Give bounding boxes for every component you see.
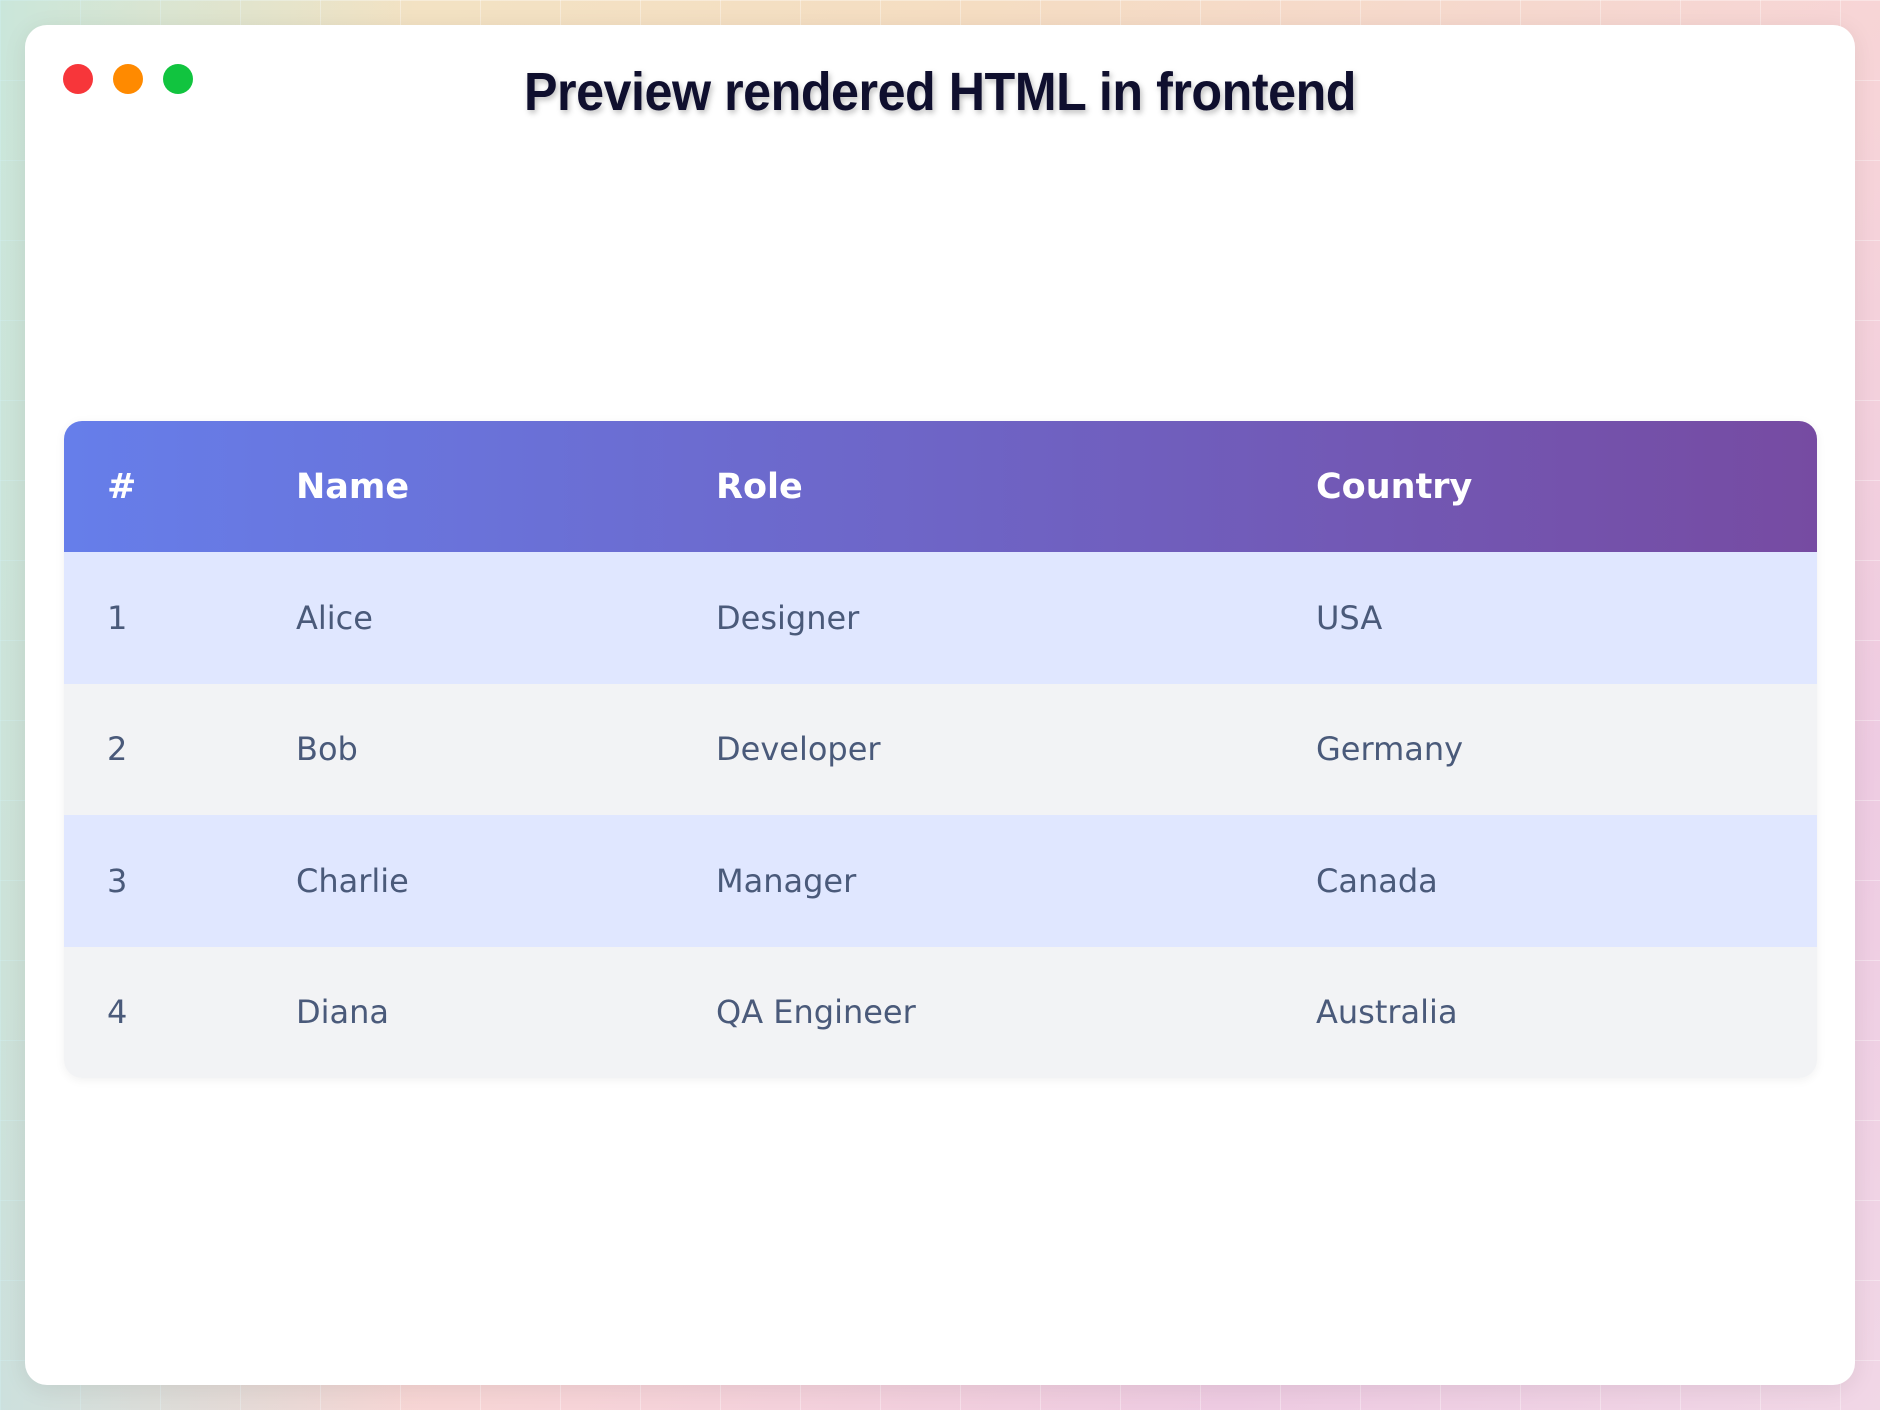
column-header-number: # (107, 466, 137, 507)
app-window: Preview rendered HTML in frontend # Name… (25, 25, 1855, 1385)
cell-number: 1 (107, 598, 128, 637)
cell-country: USA (1316, 598, 1383, 637)
cell-name: Bob (296, 730, 358, 769)
table-header: # Name Role Country (64, 421, 1817, 552)
table-row: 4 Diana QA Engineer Australia (64, 946, 1817, 1078)
column-header-name: Name (296, 466, 410, 507)
page-title: Preview rendered HTML in frontend (523, 62, 1357, 122)
table-row: 3 Charlie Manager Canada (64, 815, 1817, 947)
cell-number: 3 (107, 861, 128, 900)
cell-name: Diana (296, 993, 390, 1032)
cell-role: Developer (716, 730, 881, 769)
cell-name: Alice (296, 598, 373, 637)
column-header-role: Role (716, 466, 803, 507)
cell-country: Canada (1316, 861, 1438, 900)
cell-role: Manager (716, 861, 857, 900)
cell-role: QA Engineer (716, 993, 916, 1032)
table-row: 1 Alice Designer USA (64, 552, 1817, 684)
table-row: 2 Bob Developer Germany (64, 683, 1817, 815)
cell-name: Charlie (296, 861, 409, 900)
cell-country: Australia (1316, 993, 1458, 1032)
cell-country: Germany (1316, 730, 1464, 769)
cell-role: Designer (716, 598, 860, 637)
table-header-row: # Name Role Country (64, 421, 1817, 552)
data-table: # Name Role Country 1 Alice Designer USA… (64, 421, 1817, 1078)
column-header-country: Country (1316, 466, 1473, 507)
cell-number: 4 (107, 993, 128, 1032)
data-table-card: # Name Role Country 1 Alice Designer USA… (64, 421, 1817, 1078)
table-body: 1 Alice Designer USA 2 Bob Developer Ger… (64, 552, 1817, 1078)
cell-number: 2 (107, 730, 128, 769)
